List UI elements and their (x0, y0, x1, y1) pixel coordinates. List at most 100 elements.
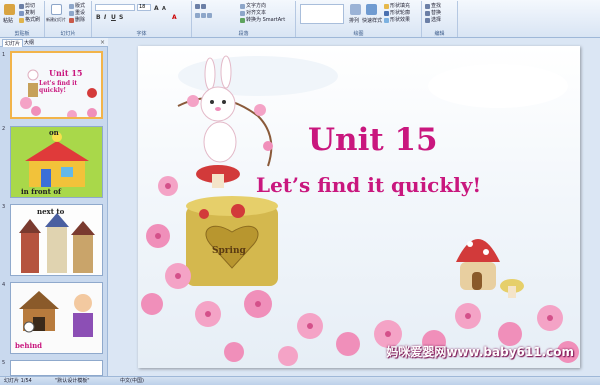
align-text-icon (240, 10, 245, 16)
quick-styles-icon (366, 4, 377, 15)
smartart-icon (240, 17, 245, 23)
group-drawing: 排列 快速样式 形状填充 形状轮廓 形状效果 绘图 (296, 1, 422, 37)
delete-label: 删除 (75, 17, 86, 23)
arrange-icon (350, 4, 361, 15)
copy-button[interactable]: 复制 (19, 10, 35, 16)
shape-fill-button[interactable]: 形状填充 (384, 3, 410, 9)
new-slide-button[interactable]: 新建幻灯片 (46, 17, 66, 23)
group-font: 18 B I U S A A A 字体 (92, 1, 192, 37)
thumb-1-title: Unit 15 (49, 68, 83, 78)
paste-button[interactable]: 粘贴 (3, 17, 13, 24)
slides-panel: 幻灯片 大纲 × 1 Unit 15 Let's find it quickly… (0, 38, 108, 376)
text-direction-label: 文字方向 (246, 3, 267, 9)
group-clipboard: 粘贴 剪切 复制 格式刷 剪贴板 (0, 1, 45, 37)
select-label: 选择 (431, 17, 442, 23)
tab-outline[interactable]: 大纲 (22, 39, 36, 47)
group-slides: 新建幻灯片 版式 重设 删除 幻灯片 (45, 1, 92, 37)
close-icon[interactable]: × (100, 39, 105, 46)
slide-thumbnail-5[interactable] (10, 360, 103, 376)
strikethrough-icon[interactable]: S (119, 14, 123, 21)
mushroom-house (456, 239, 524, 298)
replace-icon (425, 10, 430, 16)
replace-button[interactable]: 替换 (425, 10, 441, 16)
font-name-input[interactable] (95, 4, 135, 11)
underline-icon[interactable]: U (111, 14, 116, 21)
copy-icon (19, 10, 24, 16)
font-color-icon[interactable]: A (172, 14, 177, 21)
bullets-button[interactable] (195, 4, 206, 9)
smartart-label: 转换为 SmartArt (246, 17, 286, 23)
replace-label: 替换 (431, 10, 442, 16)
outline-icon (384, 10, 389, 16)
delete-button[interactable]: 删除 (69, 17, 85, 23)
watermark: 妈咪爱婴网www.baby611.com (386, 345, 574, 359)
slide-thumbnail-4[interactable]: behind (10, 282, 103, 354)
group-label-editing: 编辑 (434, 31, 445, 37)
slide-subtitle[interactable]: Let’s find it quickly! (256, 173, 580, 197)
slide-canvas[interactable]: Unit 15 Let’s find it quickly! Spring 妈咪… (138, 46, 580, 368)
format-painter-button[interactable]: 格式刷 (19, 17, 40, 23)
spring-stump (186, 196, 278, 286)
shape-outline-button[interactable]: 形状轮廓 (384, 10, 410, 16)
brush-icon (19, 17, 24, 23)
quick-styles-button[interactable]: 快速样式 (362, 17, 382, 24)
group-label-drawing: 绘图 (353, 31, 364, 37)
font-size-input[interactable]: 18 (137, 4, 151, 11)
text-direction-button[interactable]: 文字方向 (240, 3, 266, 9)
shape-effects-label: 形状效果 (390, 17, 411, 23)
group-label-paragraph: 段落 (238, 31, 249, 37)
bullets-icon (195, 4, 200, 9)
slide-thumbnail-1[interactable]: Unit 15 Let's find it quickly! (10, 51, 103, 119)
language-indicator: 中文(中国) (120, 378, 144, 384)
layout-label: 版式 (75, 3, 86, 9)
effects-icon (384, 17, 389, 23)
cut-button[interactable]: 剪切 (19, 3, 35, 9)
group-editing: 查找 替换 选择 编辑 (422, 1, 458, 37)
slide-thumbnail-3[interactable]: next to (10, 204, 103, 276)
text-direction-icon (240, 3, 245, 9)
align-right-icon (207, 13, 212, 18)
slide-number: 2 (2, 126, 6, 132)
shape-effects-button[interactable]: 形状效果 (384, 17, 410, 23)
stump-label: Spring (212, 246, 246, 256)
select-icon (425, 17, 430, 23)
slide-thumbnail-2[interactable]: on in front of (10, 126, 103, 198)
binoculars-icon (425, 3, 430, 9)
tab-slides[interactable]: 幻灯片 (2, 39, 24, 47)
grow-font-icon[interactable]: A (154, 5, 159, 12)
shape-fill-label: 形状填充 (390, 3, 411, 9)
panel-tabs: 幻灯片 大纲 × (0, 38, 108, 47)
slide-number: 4 (2, 282, 6, 288)
slide-count: 幻灯片 1/54 (4, 378, 32, 384)
reset-button[interactable]: 重设 (69, 10, 85, 16)
numbering-icon (201, 4, 206, 9)
slide-number: 3 (2, 204, 6, 210)
shrink-font-icon[interactable]: A (162, 6, 166, 13)
new-slide-icon (51, 4, 62, 15)
scissors-icon (19, 3, 24, 9)
reset-label: 重设 (75, 10, 86, 16)
reset-icon (69, 10, 74, 16)
select-button[interactable]: 选择 (425, 17, 441, 23)
shapes-gallery[interactable] (300, 4, 344, 24)
align-text-button[interactable]: 对齐文本 (240, 10, 266, 16)
italic-icon[interactable]: I (104, 14, 106, 21)
slide-title[interactable]: Unit 15 (308, 122, 580, 158)
thumb-3-word-next-to: next to (37, 207, 65, 216)
smartart-button[interactable]: 转换为 SmartArt (240, 17, 285, 23)
thumb-2-word-in-front-of: in front of (21, 187, 61, 196)
delete-icon (69, 17, 74, 23)
slide-artwork (141, 55, 579, 366)
copy-label: 复制 (25, 10, 36, 16)
group-label-clipboard: 剪贴板 (14, 31, 30, 37)
thumb-1-subtitle: Let's find it quickly! (39, 80, 78, 94)
layout-button[interactable]: 版式 (69, 3, 85, 9)
thumb-2-word-on: on (49, 128, 59, 137)
layout-icon (69, 3, 74, 9)
find-button[interactable]: 查找 (425, 3, 441, 9)
bold-icon[interactable]: B (96, 14, 101, 21)
shape-outline-label: 形状轮廓 (390, 10, 411, 16)
align-buttons[interactable] (195, 13, 212, 18)
group-paragraph: 文字方向 对齐文本 转换为 SmartArt 段落 (192, 1, 296, 37)
arrange-button[interactable]: 排列 (349, 17, 359, 24)
